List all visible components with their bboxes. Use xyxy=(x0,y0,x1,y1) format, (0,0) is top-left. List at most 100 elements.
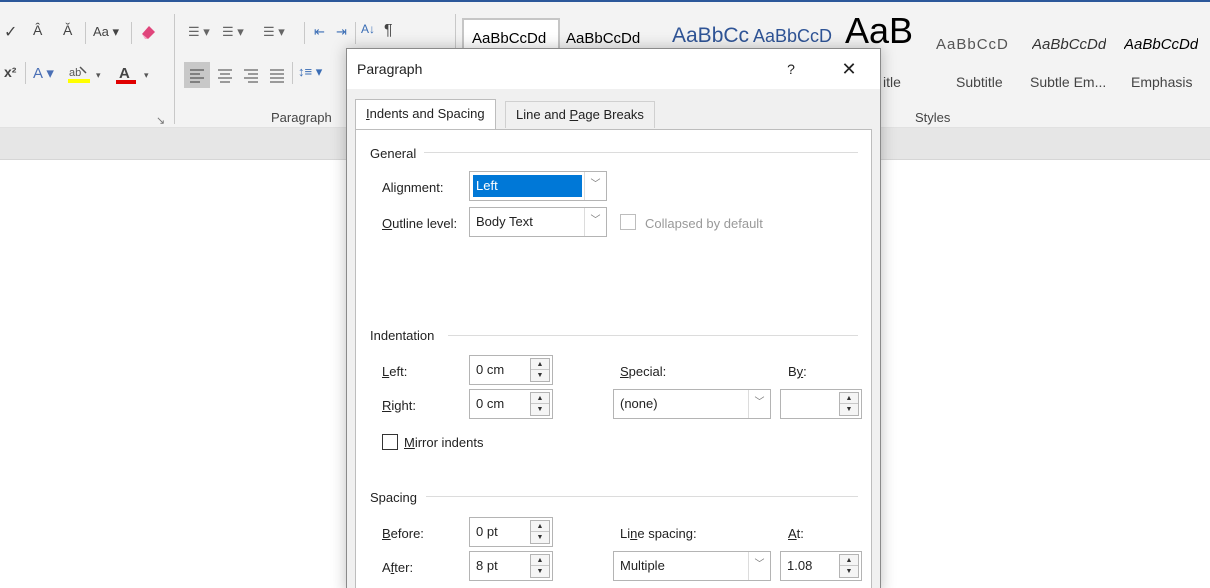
spin-down-icon[interactable]: ▼ xyxy=(531,370,549,381)
close-icon[interactable]: ✕ xyxy=(837,57,861,81)
justify-icon[interactable] xyxy=(266,62,288,88)
spin-down-icon[interactable]: ▼ xyxy=(840,404,858,415)
svg-text:A: A xyxy=(119,65,130,82)
spacing-after-spinner[interactable]: ▲ ▼ xyxy=(530,554,550,578)
indent-left-input[interactable]: 0 cm ▲ ▼ xyxy=(469,355,553,385)
tab-hotkey: P xyxy=(569,107,579,122)
by-spinner[interactable]: ▲ ▼ xyxy=(839,392,859,416)
align-left-icon[interactable] xyxy=(184,62,210,88)
numbering-icon[interactable]: ☰ ▾ xyxy=(222,24,244,40)
tab-indents-and-spacing[interactable]: Indents and Spacing xyxy=(355,99,496,129)
mirror-indents-label: Mirror indents xyxy=(404,435,484,450)
style-sample-no-spacing[interactable]: AaBbCcDd xyxy=(566,30,640,47)
special-label: Special: xyxy=(620,364,667,379)
style-sample-subtle-emphasis[interactable]: AaBbCcDd xyxy=(1032,36,1106,53)
align-right-icon[interactable] xyxy=(240,62,262,88)
alignment-label: Alignment: xyxy=(382,180,444,195)
font-dialog-launcher-icon[interactable]: ↘ xyxy=(156,114,165,127)
divider xyxy=(25,62,26,84)
after-label: After: xyxy=(382,560,414,575)
line-spacing-label: Line spacing: xyxy=(620,526,697,541)
at-label: At: xyxy=(788,526,804,541)
alignment-value: Left xyxy=(473,175,582,197)
section-divider xyxy=(424,152,858,153)
indent-left-value: 0 cm xyxy=(476,362,505,377)
svg-text:▾: ▾ xyxy=(96,70,101,80)
outline-level-value: Body Text xyxy=(476,214,533,229)
line-spacing-select[interactable]: Multiple ﹀ xyxy=(613,551,771,581)
increase-indent-icon[interactable]: ⇥ xyxy=(336,24,347,40)
multilevel-list-icon[interactable]: ☰ ▾ xyxy=(263,24,285,40)
at-spinner[interactable]: ▲ ▼ xyxy=(839,554,859,578)
section-divider xyxy=(426,496,858,497)
decrease-indent-icon[interactable]: ⇤ xyxy=(314,24,325,40)
outline-level-select[interactable]: Body Text ﹀ xyxy=(469,207,607,237)
spin-up-icon[interactable]: ▲ xyxy=(531,555,549,566)
spin-up-icon[interactable]: ▲ xyxy=(840,393,858,404)
indent-right-input[interactable]: 0 cm ▲ ▼ xyxy=(469,389,553,419)
style-sample-heading2[interactable]: AaBbCcD xyxy=(753,26,832,47)
alignment-select[interactable]: Left ﹀ xyxy=(469,171,607,201)
sort-icon[interactable]: A↓ xyxy=(361,22,375,36)
outline-level-label: Outline level: xyxy=(382,216,458,231)
line-spacing-value: Multiple xyxy=(620,558,665,573)
collapsed-by-default-label: Collapsed by default xyxy=(645,216,763,231)
svg-text:▾: ▾ xyxy=(144,70,149,80)
at-input[interactable]: 1.08 ▲ ▼ xyxy=(780,551,862,581)
indent-left-spinner[interactable]: ▲ ▼ xyxy=(530,358,550,382)
bullets-icon[interactable]: ☰ ▾ xyxy=(188,24,210,40)
spacing-before-input[interactable]: 0 pt ▲ ▼ xyxy=(469,517,553,547)
spacing-after-value: 8 pt xyxy=(476,558,498,573)
mirror-indents-checkbox[interactable] xyxy=(382,434,398,450)
text-effects-icon[interactable]: A ▾ xyxy=(33,64,54,82)
spacing-before-value: 0 pt xyxy=(476,524,498,539)
font-color-icon[interactable]: A ▾ xyxy=(112,62,154,86)
styles-group-label: Styles xyxy=(915,110,951,125)
by-input[interactable]: ▲ ▼ xyxy=(780,389,862,419)
divider xyxy=(131,22,132,44)
style-sample-heading1[interactable]: AaBbCc xyxy=(672,24,749,48)
spin-down-icon[interactable]: ▼ xyxy=(840,566,858,577)
spin-up-icon[interactable]: ▲ xyxy=(531,359,549,370)
pilcrow-icon[interactable]: ¶ xyxy=(384,22,393,40)
indent-right-value: 0 cm xyxy=(476,396,505,411)
style-sample-emphasis[interactable]: AaBbCcDd xyxy=(1124,36,1198,53)
spacing-before-spinner[interactable]: ▲ ▼ xyxy=(530,520,550,544)
shrink-font-icon[interactable]: Ǎ xyxy=(63,22,72,38)
at-value: 1.08 xyxy=(787,558,813,573)
paragraph-dialog: Paragraph ? ✕ Indents and Spacing Line a… xyxy=(346,48,881,588)
spacing-after-input[interactable]: 8 pt ▲ ▼ xyxy=(469,551,553,581)
tab-label: Line and xyxy=(516,107,570,122)
align-center-icon[interactable] xyxy=(214,62,236,88)
grow-font-icon[interactable]: Â xyxy=(33,22,42,38)
superscript-icon[interactable]: x² xyxy=(4,64,16,80)
spin-down-icon[interactable]: ▼ xyxy=(531,404,549,415)
chevron-down-icon: ﹀ xyxy=(748,552,770,580)
change-case-button[interactable]: Aa ▾ xyxy=(93,24,119,40)
spin-down-icon[interactable]: ▼ xyxy=(531,566,549,577)
divider xyxy=(304,22,305,44)
chevron-down-icon: ﹀ xyxy=(748,390,770,418)
spin-up-icon[interactable]: ▲ xyxy=(531,521,549,532)
divider xyxy=(85,22,86,44)
collapsed-by-default-checkbox[interactable] xyxy=(620,214,636,230)
section-divider xyxy=(448,335,858,336)
checkmark-icon[interactable]: ✓ xyxy=(4,22,17,42)
spin-up-icon[interactable]: ▲ xyxy=(531,393,549,404)
spin-up-icon[interactable]: ▲ xyxy=(840,555,858,566)
indent-right-spinner[interactable]: ▲ ▼ xyxy=(530,392,550,416)
style-sample-subtitle[interactable]: AaBbCcD xyxy=(936,36,1009,53)
line-spacing-icon[interactable]: ↕≡ ▾ xyxy=(298,64,322,80)
style-label-emphasis: Emphasis xyxy=(1131,74,1193,90)
highlight-color-icon[interactable]: ab ▾ xyxy=(66,62,106,86)
group-divider xyxy=(174,14,175,124)
style-sample-normal: AaBbCcDd xyxy=(472,30,547,47)
style-sample-title[interactable]: AaB xyxy=(845,10,913,52)
tab-label-rest: age Breaks xyxy=(578,107,644,122)
divider xyxy=(355,22,356,44)
special-select[interactable]: (none) ﹀ xyxy=(613,389,771,419)
help-button[interactable]: ? xyxy=(779,57,803,81)
clear-formatting-icon[interactable] xyxy=(139,22,159,42)
spin-down-icon[interactable]: ▼ xyxy=(531,532,549,543)
tab-line-and-page-breaks[interactable]: Line and Page Breaks xyxy=(505,101,655,128)
